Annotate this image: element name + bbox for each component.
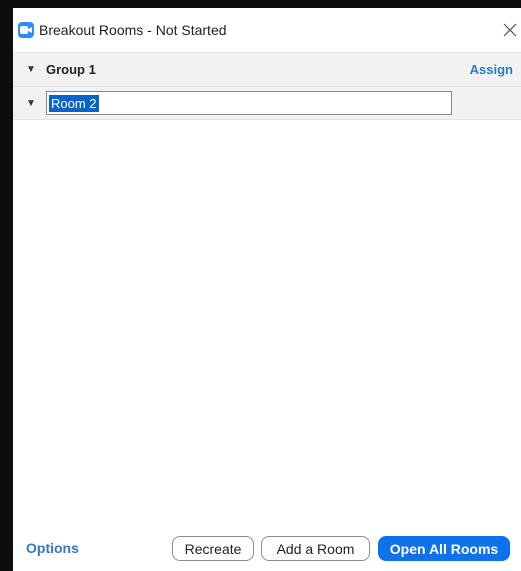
room-name-field[interactable]: Room 2 xyxy=(46,91,452,115)
group-label: Group 1 xyxy=(46,62,96,77)
options-link[interactable]: Options xyxy=(26,540,79,556)
close-icon[interactable] xyxy=(499,19,521,41)
assign-link[interactable]: Assign xyxy=(470,62,513,77)
window-title: Breakout Rooms - Not Started xyxy=(39,22,227,38)
room-name-input[interactable]: Room 2 xyxy=(49,94,99,112)
title-bar: Breakout Rooms - Not Started xyxy=(13,8,521,52)
add-room-button[interactable]: Add a Room xyxy=(261,536,370,561)
open-all-rooms-button[interactable]: Open All Rooms xyxy=(378,536,510,561)
footer: Options Recreate Add a Room Open All Roo… xyxy=(13,527,521,571)
group-row[interactable]: ▼ Group 1 Assign xyxy=(13,52,521,87)
room-row[interactable]: ▼ Room 2 xyxy=(13,87,521,120)
recreate-button[interactable]: Recreate xyxy=(172,536,254,561)
caret-down-icon[interactable]: ▼ xyxy=(26,98,36,109)
zoom-camera-icon xyxy=(18,22,34,38)
breakout-rooms-window: Breakout Rooms - Not Started ▼ Group 1 A… xyxy=(13,8,521,571)
caret-down-icon[interactable]: ▼ xyxy=(26,64,36,75)
